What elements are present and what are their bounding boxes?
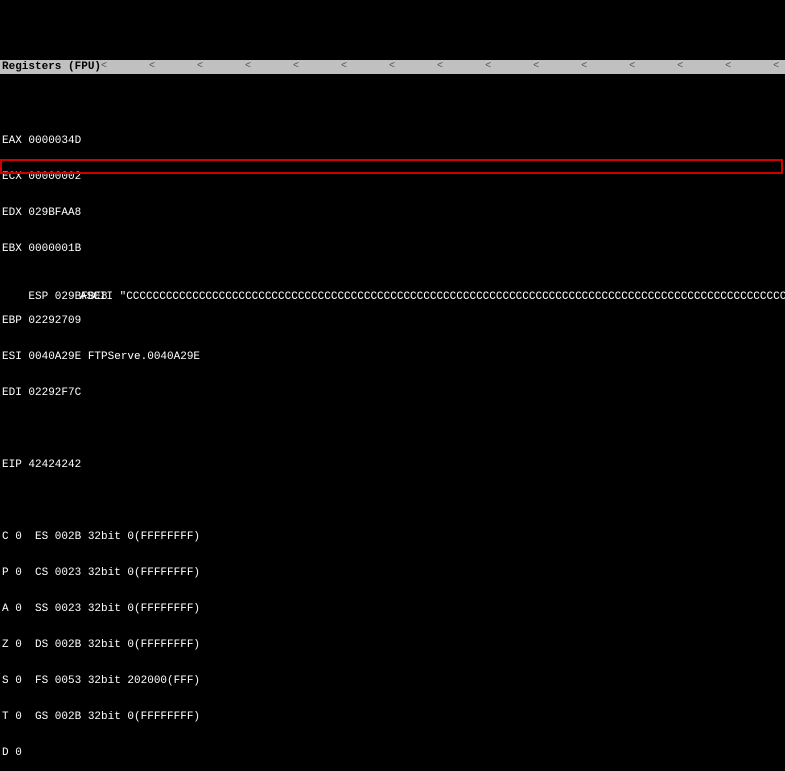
reg-eip: EIP 42424242 bbox=[2, 459, 783, 471]
flag-row: T 0 GS 002B 32bit 0(FFFFFFFF) bbox=[2, 711, 783, 723]
reg-esi: ESI 0040A29E FTPServe.0040A29E bbox=[2, 351, 783, 363]
flag-row: P 0 CS 0023 32bit 0(FFFFFFFF) bbox=[2, 567, 783, 579]
flag-row: S 0 FS 0053 32bit 202000(FFF) bbox=[2, 675, 783, 687]
reg-ebp: EBP 02292709 bbox=[2, 315, 783, 327]
registers-titlebar: Registers (FPU) < < < < < < < < < < < < … bbox=[0, 60, 785, 74]
reg-ecx: ECX 00000002 bbox=[2, 171, 783, 183]
flag-row: D 0 bbox=[2, 747, 783, 759]
blank-row bbox=[2, 495, 783, 507]
titlebar-chevrons[interactable]: < < < < < < < < < < < < < < < < < bbox=[101, 60, 785, 74]
reg-eax: EAX 0000034D bbox=[2, 135, 783, 147]
reg-edx: EDX 029BFAA8 bbox=[2, 207, 783, 219]
blank-row bbox=[2, 423, 783, 435]
reg-esp-row: ESP 029BFBE8ASCII "CCCCCCCCCCCCCCCCCCCCC… bbox=[2, 279, 783, 291]
reg-ebx: EBX 0000001B bbox=[2, 243, 783, 255]
flag-row: Z 0 DS 002B 32bit 0(FFFFFFFF) bbox=[2, 639, 783, 651]
flag-row: C 0 ES 002B 32bit 0(FFFFFFFF) bbox=[2, 531, 783, 543]
reg-edi: EDI 02292F7C bbox=[2, 387, 783, 399]
flag-row: A 0 SS 0023 32bit 0(FFFFFFFF) bbox=[2, 603, 783, 615]
esp-ascii-annotation: ASCII "CCCCCCCCCCCCCCCCCCCCCCCCCCCCCCCCC… bbox=[80, 291, 785, 303]
pane-title: Registers (FPU) bbox=[2, 60, 101, 74]
registers-pane[interactable]: EAX 0000034D ECX 00000002 EDX 029BFAA8 E… bbox=[0, 110, 785, 742]
